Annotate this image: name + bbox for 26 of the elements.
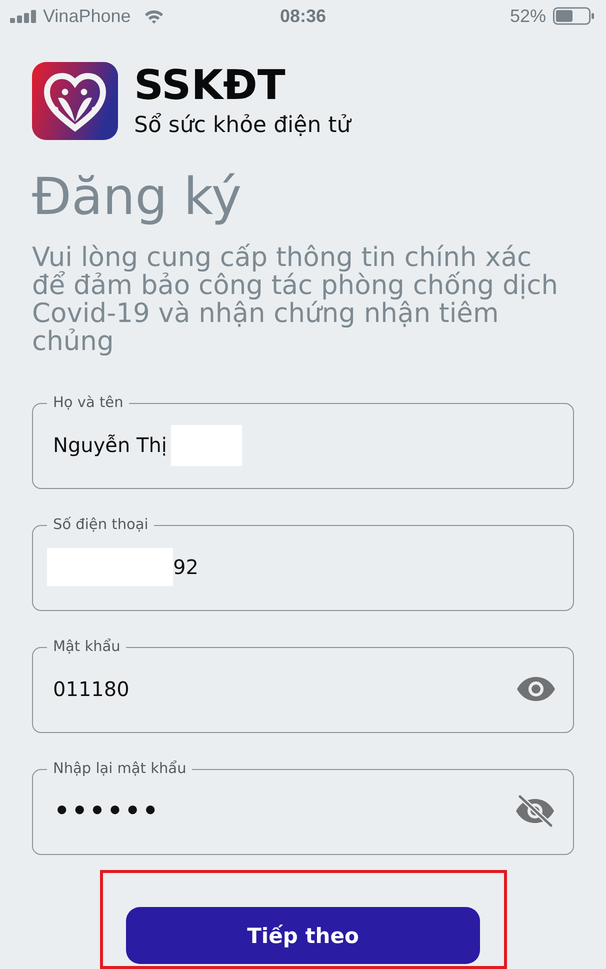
field-label: Mật khẩu	[52, 638, 122, 656]
battery-icon	[553, 7, 594, 25]
wifi-icon	[144, 8, 164, 24]
field-value: ••••••	[53, 794, 160, 828]
field-value: 92	[173, 555, 198, 579]
signal-icon	[10, 10, 36, 22]
field-label: Nhập lại mật khẩu	[52, 760, 188, 778]
field-label: Số điện thoại	[52, 516, 150, 534]
field-value: Nguyễn Thị	[53, 433, 167, 457]
field-label: Họ và tên	[52, 394, 124, 412]
carrier-name: VinaPhone	[43, 6, 131, 26]
battery-percent: 52%	[510, 6, 546, 26]
text-field[interactable]: Số điện thoại 92	[32, 516, 574, 611]
text-field[interactable]: Họ và tên Nguyễn Thị	[32, 394, 574, 489]
eye-icon[interactable]	[517, 677, 555, 701]
clock-time: 08:36	[280, 6, 326, 26]
page-heading: Đăng ký	[32, 168, 243, 228]
password-field[interactable]: Nhập lại mật khẩu ••••••	[32, 760, 574, 855]
password-field[interactable]: Mật khẩu 011180	[32, 638, 574, 733]
app-name: SSKĐT	[134, 63, 286, 107]
app-subtitle: Sổ sức khỏe điện tử	[134, 113, 351, 139]
eye-slash-icon[interactable]	[515, 795, 555, 827]
next-button[interactable]: Tiếp theo	[126, 907, 480, 964]
field-value: 011180	[53, 677, 130, 701]
intro-text: Vui lòng cung cấp thông tin chính xác để đảm bảo công tác phòng chống dịch Covid-19 và nhận chứng nhận tiêm chủng	[32, 244, 560, 356]
heart-logo-icon	[32, 62, 118, 140]
